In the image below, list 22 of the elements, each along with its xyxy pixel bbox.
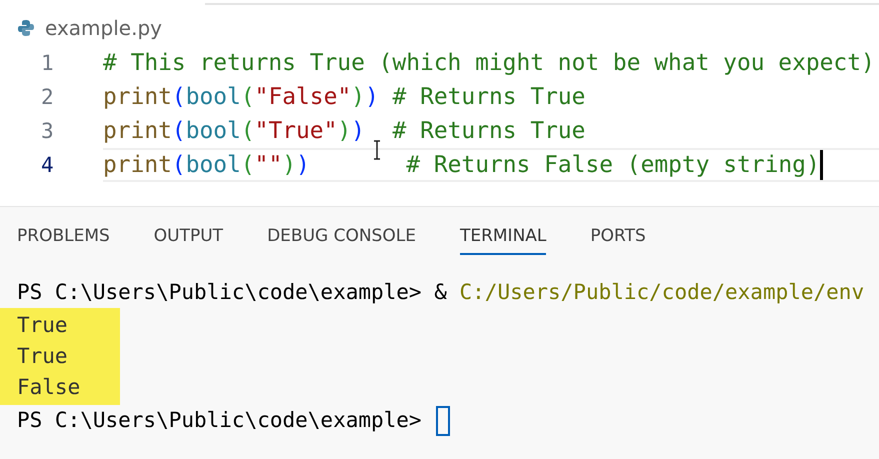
terminal-line: PS C:\Users\Public\code\example> & C:/Users/Public/code/example/env: [17, 279, 864, 306]
code-line: # This returns True (which might not be what you expect): [103, 49, 876, 78]
file-name[interactable]: example.py: [45, 16, 162, 40]
line-number: 4: [40, 153, 55, 177]
panel-tab[interactable]: OUTPUT: [154, 225, 224, 255]
code-line: print(bool("")) # Returns False (empty string): [103, 148, 879, 182]
python-file-icon: [17, 19, 35, 37]
panel-tab[interactable]: PORTS: [590, 225, 646, 255]
terminal-line: PS C:\Users\Public\code\example>: [17, 407, 423, 434]
panel-tab[interactable]: DEBUG CONSOLE: [267, 225, 416, 255]
code-line: print(bool("True")) # Returns True: [103, 117, 586, 146]
mouse-cursor-icon: [373, 140, 381, 160]
line-number: 2: [40, 85, 55, 109]
panel-tab[interactable]: PROBLEMS: [17, 225, 110, 255]
panel-tab[interactable]: TERMINAL: [460, 225, 546, 255]
line-number: 3: [40, 119, 55, 143]
terminal-output: True: [16, 343, 69, 370]
code-line: print(bool("False")) # Returns True: [103, 83, 586, 112]
terminal-output: True: [16, 312, 69, 339]
terminal-output: False: [16, 374, 82, 401]
text-cursor: [820, 150, 823, 180]
line-number: 1: [40, 51, 55, 75]
